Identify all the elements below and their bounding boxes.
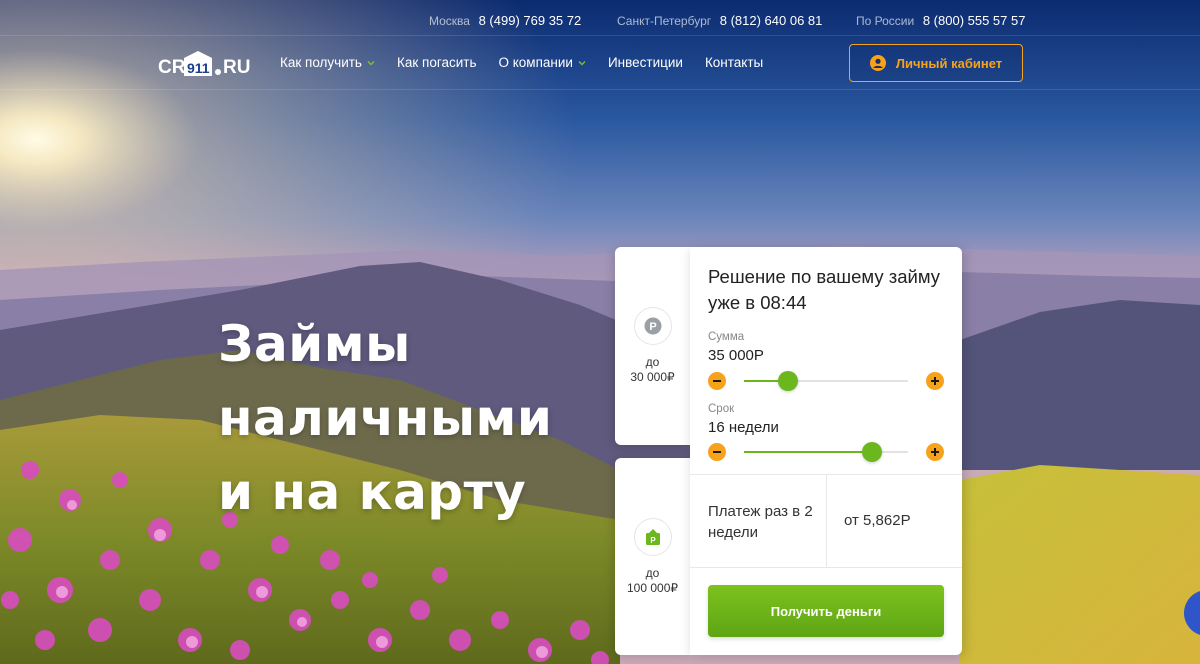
term-slider-knob[interactable] (861, 442, 882, 462)
loan-product-tab-30000[interactable]: P до 30 000₽ (615, 247, 690, 445)
term-slider-track[interactable] (744, 442, 908, 462)
amount-slider-track[interactable] (744, 371, 908, 391)
amount-decrease-button[interactable] (708, 372, 726, 390)
phone-city-label: Санкт-Петербург (617, 14, 712, 28)
svg-text:P: P (649, 321, 656, 333)
phone-spb[interactable]: Санкт-Петербург 8 (812) 640 06 81 (617, 13, 822, 28)
payment-frequency-label: Платеж раз в 2 недели (708, 503, 813, 541)
main-navigation: Как получить Как погасить О компании Инв… (280, 55, 785, 70)
svg-text:911: 911 (187, 60, 210, 76)
nav-investments[interactable]: Инвестиции (608, 55, 683, 70)
term-slider[interactable] (708, 442, 944, 462)
personal-account-label: Личный кабинет (895, 55, 1003, 71)
amount-label: Сумма (708, 331, 745, 343)
nav-divider (0, 89, 1200, 90)
svg-text:RU: RU (223, 57, 250, 78)
nav-label: Как погасить (396, 55, 477, 70)
nav-about-company[interactable]: О компании (498, 55, 586, 70)
term-increase-button[interactable] (926, 443, 944, 461)
amount-increase-button[interactable] (926, 372, 944, 390)
user-icon (869, 55, 886, 71)
phone-city-label: Москва (429, 14, 470, 28)
loan-product-tab-100000[interactable]: P до 100 000₽ (615, 458, 690, 655)
get-money-button[interactable]: Получить деньги (708, 585, 944, 637)
nav-label: О компании (498, 55, 573, 70)
phone-number[interactable]: 8 (800) 555 57 57 (923, 13, 1026, 28)
phone-moscow[interactable]: Москва 8 (499) 769 35 72 (429, 13, 581, 28)
side-card-prefix: до (645, 355, 660, 369)
payment-amount: от 5,862Р (844, 512, 911, 529)
amount-slider[interactable] (708, 371, 944, 391)
phone-number[interactable]: 8 (499) 769 35 72 (479, 13, 582, 28)
chevron-down-icon (578, 60, 586, 65)
nav-label: Контакты (704, 55, 764, 70)
hero-title: Займы наличными и на карту (218, 307, 552, 529)
side-card-prefix: до (645, 565, 660, 580)
hero-title-line: наличными (218, 389, 553, 447)
svg-text:P: P (650, 536, 656, 545)
calculator-title: Решение по вашему займу уже в 08:44 (708, 266, 941, 313)
term-label: Срок (708, 403, 735, 415)
site-logo[interactable]: CR 911 RU (158, 46, 252, 80)
nav-how-to-repay[interactable]: Как погасить (397, 55, 477, 70)
phone-number[interactable]: 8 (812) 640 06 81 (720, 13, 823, 28)
side-card-amount: 30 000₽ (630, 370, 675, 384)
calculator-divider (690, 567, 962, 568)
phone-russia[interactable]: По России 8 (800) 555 57 57 (856, 13, 1025, 28)
header-divider (0, 35, 1200, 36)
card-wallet-icon: P (633, 517, 672, 556)
nav-label: Как получить (280, 55, 362, 70)
nav-contacts[interactable]: Контакты (705, 55, 763, 70)
term-slider-fill (744, 451, 872, 453)
ruble-coin-icon: P (633, 307, 672, 345)
hero-background-landscape (0, 0, 1200, 664)
chevron-down-icon (367, 60, 375, 65)
amount-slider-knob[interactable] (778, 371, 799, 391)
hero-title-line: Займы (218, 315, 411, 373)
svg-text:CR: CR (158, 57, 186, 78)
amount-value: 35 000Р (708, 347, 764, 364)
nav-how-to-get[interactable]: Как получить (280, 55, 375, 70)
phone-city-label: По России (856, 14, 915, 28)
hero-title-line: и на карту (218, 463, 527, 521)
nav-label: Инвестиции (607, 55, 683, 70)
personal-account-button[interactable]: Личный кабинет (849, 44, 1023, 82)
side-card-amount: 100 000₽ (626, 580, 678, 595)
term-decrease-button[interactable] (708, 443, 726, 461)
term-value: 16 недели (708, 419, 779, 436)
calculator-divider-vertical (826, 475, 827, 567)
loan-calculator-card: Решение по вашему займу уже в 08:44 Сумм… (690, 247, 962, 655)
